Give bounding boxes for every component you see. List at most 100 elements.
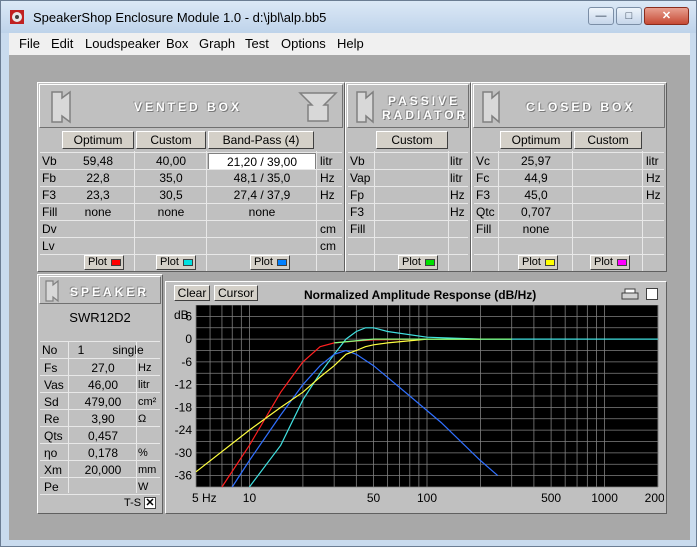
maximize-button[interactable]: □ (616, 7, 642, 25)
graph-panel: Clear Cursor Normalized Amplitude Respon… (165, 281, 667, 514)
passive-value[interactable] (376, 221, 448, 238)
row-label: Fill (42, 205, 58, 219)
row-divider (40, 237, 342, 238)
plot-color-swatch (617, 259, 627, 266)
row-unit: cm (320, 239, 336, 253)
optimum-value[interactable]: 59,48 (62, 153, 134, 170)
speaker-title: SPEAKER (70, 285, 150, 299)
menu-loudspeaker[interactable]: Loudspeaker (85, 36, 160, 51)
vented-box-panel: VENTED BOX Optimum Custom Band-Pass (4) … (37, 82, 345, 272)
plot-label: Plot (594, 256, 613, 268)
custom-value[interactable]: 30,5 (136, 187, 206, 204)
custom-value[interactable] (136, 221, 206, 238)
row-divider (474, 237, 664, 238)
optimum-value[interactable]: 25,97 (500, 153, 572, 170)
closed-box-title: CLOSED BOX (526, 100, 636, 114)
graph-checkbox[interactable] (646, 288, 658, 300)
response-chart[interactable]: 60-6-12-18-24-30-36 5 Hz 10 50 100 500 1000 20… (172, 305, 664, 513)
row-unit (646, 221, 666, 238)
bandpass-button[interactable]: Band-Pass (4) (208, 131, 314, 149)
bandpass-value[interactable]: 27,4 / 37,9 (208, 187, 316, 204)
optimum-value[interactable]: 23,3 (62, 187, 134, 204)
vented-optimum-plot-button[interactable]: Plot (84, 255, 124, 270)
row-label: Fp (350, 188, 365, 202)
menu-test[interactable]: Test (245, 36, 269, 51)
menu-file[interactable]: File (19, 36, 40, 51)
y-unit-label: dB (174, 308, 189, 322)
clear-graph-button[interactable]: Clear (174, 285, 210, 301)
menu-options[interactable]: Options (281, 36, 326, 51)
bandpass-value[interactable]: 48,1 / 35,0 (208, 170, 316, 187)
vented-custom-button[interactable]: Custom (136, 131, 206, 149)
row-unit: cm (320, 222, 336, 236)
x-tick-label: 50 (367, 491, 381, 505)
chart-y-ticks: 60-6-12-18-24-30-36 (175, 309, 193, 482)
optimum-value[interactable]: 44,9 (500, 170, 572, 187)
optimum-value[interactable]: 0,707 (500, 204, 572, 221)
menu-help[interactable]: Help (337, 36, 364, 51)
minimize-button[interactable]: — (588, 7, 614, 25)
row-divider (40, 477, 160, 478)
bandpass-value[interactable] (208, 221, 316, 238)
passive-radiator-header: PASSIVE RADIATOR (347, 84, 469, 128)
closed-custom-plot-button[interactable]: Plot (590, 255, 630, 270)
optimum-value[interactable] (62, 238, 134, 255)
plot-label: Plot (88, 256, 107, 268)
custom-value[interactable] (574, 170, 642, 187)
passive-value[interactable] (376, 187, 448, 204)
optimum-value[interactable]: 45,0 (500, 187, 572, 204)
app-icon[interactable] (9, 9, 25, 25)
passive-value[interactable] (376, 170, 448, 187)
y-tick-label: 0 (185, 332, 192, 346)
passive-radiator-title-line1: PASSIVE (388, 94, 461, 108)
y-tick-label: -24 (175, 423, 193, 437)
bandpass-value[interactable] (208, 238, 316, 255)
plot-label: Plot (254, 256, 273, 268)
custom-value[interactable] (574, 153, 642, 170)
printer-icon[interactable] (620, 288, 642, 300)
optimum-value[interactable] (62, 221, 134, 238)
bandpass-value[interactable]: none (208, 204, 316, 221)
optimum-value[interactable]: 22,8 (62, 170, 134, 187)
vented-custom-plot-button[interactable]: Plot (156, 255, 196, 270)
passive-value[interactable] (376, 204, 448, 221)
row-divider (348, 186, 468, 187)
menu-edit[interactable]: Edit (51, 36, 73, 51)
closed-custom-button[interactable]: Custom (574, 131, 642, 149)
row-divider (474, 169, 664, 170)
vented-box-title: VENTED BOX (134, 100, 243, 114)
ts-label: T-S (124, 497, 142, 509)
closed-optimum-plot-button[interactable]: Plot (518, 255, 558, 270)
bandpass-plot-button[interactable]: Plot (250, 255, 290, 270)
ts-checkbox[interactable]: ✕ (144, 497, 156, 509)
bandpass-value[interactable]: 21,20 / 39,00 (208, 153, 316, 170)
custom-value[interactable] (136, 238, 206, 255)
closed-optimum-button[interactable]: Optimum (500, 131, 572, 149)
menu-box[interactable]: Box (166, 36, 188, 51)
custom-value[interactable] (574, 204, 642, 221)
row-unit: litr (450, 171, 463, 185)
custom-value[interactable]: none (136, 204, 206, 221)
row-divider (40, 169, 342, 170)
menu-bar: File Edit Loudspeaker Box Graph Test Opt… (9, 33, 690, 55)
close-button[interactable]: ✕ (644, 7, 689, 25)
row-divider (40, 460, 160, 461)
row-label: Fb (42, 171, 57, 185)
optimum-value[interactable]: none (62, 204, 134, 221)
speaker-number-value[interactable]: 1 (70, 342, 92, 359)
optimum-value[interactable]: none (500, 221, 572, 238)
plot-label: Plot (522, 256, 541, 268)
custom-value[interactable] (574, 221, 642, 238)
custom-value[interactable] (574, 187, 642, 204)
passive-custom-button[interactable]: Custom (376, 131, 448, 149)
custom-value[interactable]: 35,0 (136, 170, 206, 187)
passive-value[interactable] (376, 153, 448, 170)
title-bar[interactable]: SpeakerShop Enclosure Module 1.0 - d:\jb… (1, 1, 696, 33)
row-divider (474, 152, 664, 153)
speaker-coil-type[interactable]: single (98, 342, 158, 359)
vented-optimum-button[interactable]: Optimum (62, 131, 134, 149)
passive-plot-button[interactable]: Plot (398, 255, 438, 270)
custom-value[interactable]: 40,00 (136, 153, 206, 170)
cursor-button[interactable]: Cursor (214, 285, 258, 301)
menu-graph[interactable]: Graph (199, 36, 235, 51)
